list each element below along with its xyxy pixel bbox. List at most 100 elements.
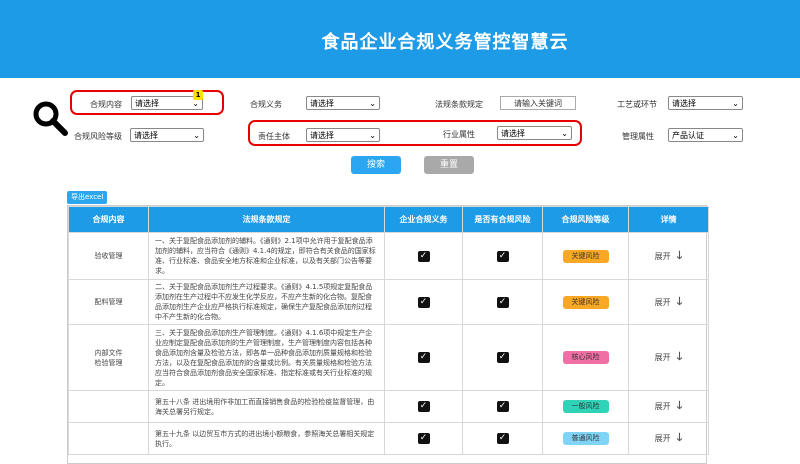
compliance-content-value: 请选择 [135,99,159,108]
compliance-table: 合规内容 法规条款规定 企业合规义务 是否有合规风险 合规风险等级 详情 验收管… [67,205,709,464]
cell-duty: ✓ [384,324,463,391]
col-header-duty: 企业合规义务 [384,206,463,233]
col-header-rule: 法规条款规定 [148,206,385,233]
cell-detail[interactable]: 展开 🡓 [628,232,709,280]
cell-duty: ✓ [384,279,463,325]
table-row: 内部文件 检验管理 三、关于复配食品添加剂生产管理制度。《通则》4.1.6项中规定… [68,324,709,391]
col-header-content: 合规内容 [68,206,149,233]
risk-level-badge: 核心风险 [562,351,609,364]
mgmt-attr-value: 产品认证 [672,131,704,140]
cell-has-risk: ✓ [462,279,543,325]
risk-level-label: 合规风险等级 [74,132,122,141]
expand-link[interactable]: 展开 [655,402,671,411]
cell-duty: ✓ [384,390,463,423]
chevron-down-icon: ⌄ [369,99,376,108]
table-header-row: 合规内容 法规条款规定 企业合规义务 是否有合规风险 合规风险等级 详情 [68,206,709,233]
checkbox-checked-icon[interactable]: ✓ [496,250,509,262]
cell-content: 验收管理 [68,232,149,280]
responsible-select[interactable]: 请选择 ⌄ [306,128,380,142]
compliance-duty-select[interactable]: 请选择 ⌄ [306,96,380,110]
table-row: 验收管理 一、关于复配食品添加剂的辅料。《通则》2.1项中允许用于复配食品添加剂的… [68,232,709,280]
cell-duty: ✓ [384,422,463,455]
search-button[interactable]: 搜索 [351,156,401,174]
arrow-down-icon[interactable]: 🡓 [677,429,683,448]
risk-level-badge: 关键风险 [562,249,609,263]
cell-detail[interactable]: 展开 🡓 [628,279,709,325]
chevron-down-icon: ⌄ [369,131,376,140]
cell-has-risk: ✓ [462,324,543,391]
checkbox-checked-icon[interactable]: ✓ [496,433,509,444]
risk-level-badge: 关键风险 [562,295,609,309]
checkbox-checked-icon[interactable]: ✓ [417,250,430,262]
col-header-has-risk: 是否有合规风险 [462,206,543,233]
cell-rule: 三、关于复配食品添加剂生产管理制度。《通则》4.1.6项中规定生产企业应制定复配… [148,324,385,391]
search-icon[interactable] [30,98,70,138]
compliance-content-label: 合规内容 [90,100,122,109]
arrow-down-icon[interactable]: 🡓 [677,348,683,367]
expand-link[interactable]: 展开 [655,434,671,443]
cell-detail[interactable]: 展开 🡓 [628,422,709,455]
table-row: 第五十九条 以边贸互市方式的进出境小额粮食，参照海关总署相关规定执行。 ✓ ✓ 普通风… [68,422,709,455]
table-row: 第五十八条 进出境用作非加工而直接销售食品的检验检疫监督管理，由海关总署另行规定… [68,390,709,423]
cell-risk-level: 关键风险 [542,232,629,280]
industry-value: 请选择 [501,129,525,138]
law-rule-label: 法规条款规定 [435,100,483,109]
export-excel-button[interactable]: 导出excel [67,191,108,204]
expand-link[interactable]: 展开 [655,298,671,307]
process-step-label: 工艺或环节 [617,100,657,109]
industry-label: 行业属性 [443,130,475,139]
cell-rule: 第五十九条 以边贸互市方式的进出境小额粮食，参照海关总署相关规定执行。 [148,422,385,455]
arrow-down-icon[interactable]: 🡓 [677,293,683,312]
chevron-down-icon: ⌄ [561,129,568,138]
process-step-value: 请选择 [672,99,696,108]
cell-content: 内部文件 检验管理 [68,324,149,391]
chevron-down-icon: ⌄ [193,131,200,140]
expand-link[interactable]: 展开 [655,252,671,261]
law-rule-input[interactable]: 请输入关键词 [500,96,576,110]
risk-level-badge: 一般风险 [562,400,609,413]
checkbox-checked-icon[interactable]: ✓ [496,352,509,363]
compliance-duty-label: 合规义务 [250,100,282,109]
cell-rule: 第五十八条 进出境用作非加工而直接销售食品的检验检疫监督管理，由海关总署另行规定… [148,390,385,423]
checkbox-checked-icon[interactable]: ✓ [496,401,509,412]
cell-risk-level: 一般风险 [542,390,629,423]
cell-risk-level: 普通风险 [542,422,629,455]
process-step-select[interactable]: 请选择 ⌄ [668,96,743,110]
responsible-value: 请选择 [310,131,334,140]
compliance-duty-value: 请选择 [310,99,334,108]
risk-level-badge: 普通风险 [562,432,609,445]
cell-detail[interactable]: 展开 🡓 [628,390,709,423]
notification-badge: 1 [193,90,203,100]
expand-link[interactable]: 展开 [655,353,671,362]
cell-content [68,390,149,423]
checkbox-checked-icon[interactable]: ✓ [417,296,430,308]
cell-content [68,422,149,455]
reset-button[interactable]: 重置 [424,156,474,174]
table-row: 配料管理 二、关于复配食品添加剂生产过程要求。《通则》4.1.5项规定复配食品添加… [68,279,709,325]
risk-level-value: 请选择 [134,131,158,140]
cell-risk-level: 关键风险 [542,279,629,325]
col-header-detail: 详情 [628,206,709,233]
mgmt-attr-select[interactable]: 产品认证 ⌄ [668,128,743,142]
header-bar: 食品企业合规义务管控智慧云 [0,0,800,78]
industry-select[interactable]: 请选择 ⌄ [497,126,572,140]
cell-has-risk: ✓ [462,390,543,423]
arrow-down-icon[interactable]: 🡓 [677,397,683,416]
page-title: 食品企业合规义务管控智慧云 [321,32,569,53]
cell-risk-level: 核心风险 [542,324,629,391]
cell-has-risk: ✓ [462,232,543,280]
cell-rule: 二、关于复配食品添加剂生产过程要求。《通则》4.1.5项规定复配食品添加剂在生产… [148,279,385,325]
mgmt-attr-label: 管理属性 [622,132,654,141]
checkbox-checked-icon[interactable]: ✓ [496,296,509,308]
checkbox-checked-icon[interactable]: ✓ [417,401,430,412]
checkbox-checked-icon[interactable]: ✓ [417,433,430,444]
risk-level-select[interactable]: 请选择 ⌄ [130,128,204,142]
cell-detail[interactable]: 展开 🡓 [628,324,709,391]
col-header-risk-level: 合规风险等级 [542,206,629,233]
checkbox-checked-icon[interactable]: ✓ [417,352,430,363]
cell-rule: 一、关于复配食品添加剂的辅料。《通则》2.1项中允许用于复配食品添加剂的辅料，应… [148,232,385,280]
cell-duty: ✓ [384,232,463,280]
cell-content: 配料管理 [68,279,149,325]
chevron-down-icon: ⌄ [732,99,739,108]
arrow-down-icon[interactable]: 🡓 [677,247,683,266]
